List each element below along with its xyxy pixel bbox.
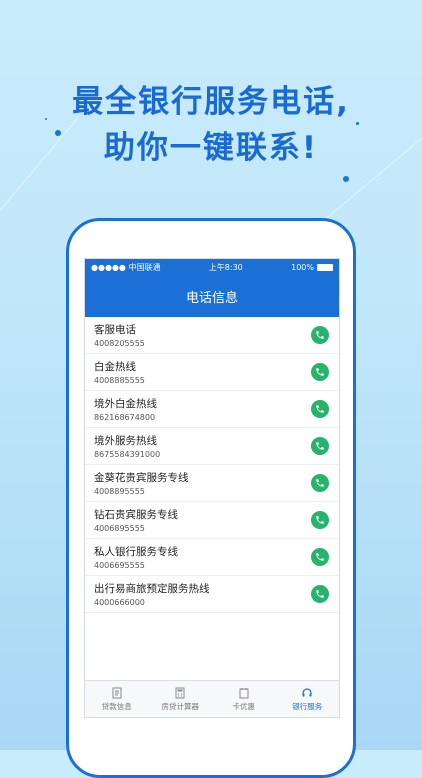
battery-label: 100% [291, 262, 314, 272]
contact-title: 钻石贵宾服务专线 [94, 509, 178, 521]
contact-number: 4008885555 [94, 376, 145, 385]
carrier-label: ●●●●● 中国联通 [91, 262, 161, 272]
phone-icon[interactable] [311, 585, 329, 603]
contact-title: 境外服务热线 [94, 435, 157, 447]
contact-title: 境外白金热线 [94, 398, 157, 410]
contact-title: 私人银行服务专线 [94, 546, 178, 558]
time-label: 上午8:30 [208, 262, 243, 272]
battery-icon [316, 263, 333, 271]
contact-number: 4006895555 [94, 524, 145, 533]
contact-number: 4000666000 [94, 598, 145, 607]
contact-title: 客服电话 [94, 324, 136, 336]
phone-icon[interactable] [311, 511, 329, 529]
contact-number: 862168674800 [94, 413, 156, 422]
card-icon [239, 687, 249, 698]
phone-icon[interactable] [311, 326, 329, 344]
contact-number: 8675584391000 [94, 450, 161, 459]
phone-icon[interactable] [311, 400, 329, 418]
contact-list: 客服电话 4008205555 白金热线 4008885555 境外白金热线 8… [85, 317, 339, 613]
contact-title: 金葵花贵宾服务专线 [94, 472, 189, 484]
headline-line-1: 最全银行服务电话, [72, 84, 350, 120]
app-screen: ●●●●● 中国联通 上午8:30 100% 电话信息 客服电话 4008205… [84, 258, 340, 718]
tab-mortgage-calculator[interactable]: 房贷计算器 [149, 681, 213, 717]
calculator-icon [175, 687, 185, 698]
list-item[interactable]: 客服电话 4008205555 [85, 317, 339, 354]
headset-icon [302, 687, 312, 696]
contact-title: 出行易商旅预定服务热线 [94, 583, 210, 595]
list-item[interactable]: 出行易商旅预定服务热线 4000666000 [85, 576, 339, 613]
document-icon [112, 687, 122, 698]
list-item[interactable]: 钻石贵宾服务专线 4006895555 [85, 502, 339, 539]
page-title: 电话信息 [185, 290, 238, 306]
tab-label: 银行服务 [292, 701, 323, 711]
list-item[interactable]: 金葵花贵宾服务专线 4008895555 [85, 465, 339, 502]
phone-icon[interactable] [311, 474, 329, 492]
headline-line-2: 助你一键联系! [103, 130, 319, 166]
list-item[interactable]: 白金热线 4008885555 [85, 354, 339, 391]
phone-icon[interactable] [311, 548, 329, 566]
contact-title: 白金热线 [94, 361, 136, 373]
list-item[interactable]: 私人银行服务专线 4006695555 [85, 539, 339, 576]
contact-number: 4008205555 [94, 339, 145, 348]
decor-dot [343, 176, 349, 182]
tab-label: 卡优惠 [232, 701, 256, 711]
nav-bar: 电话信息 [85, 275, 339, 317]
list-item[interactable]: 境外白金热线 862168674800 [85, 391, 339, 428]
list-item[interactable]: 境外服务热线 8675584391000 [85, 428, 339, 465]
status-bar: ●●●●● 中国联通 上午8:30 100% [85, 259, 339, 275]
contact-number: 4006695555 [94, 561, 145, 570]
tab-label: 贷款信息 [101, 701, 132, 711]
battery-status: 100% [291, 263, 333, 272]
tab-label: 房贷计算器 [161, 701, 200, 711]
tab-bank-service[interactable]: 银行服务 [276, 681, 340, 717]
phone-icon[interactable] [311, 363, 329, 381]
tab-bar: 贷款信息 房贷计算器 卡优惠 银行服务 [85, 680, 339, 717]
phone-icon[interactable] [311, 437, 329, 455]
tab-loan-info[interactable]: 贷款信息 [85, 681, 149, 717]
contact-number: 4008895555 [94, 487, 145, 496]
tab-card-offers[interactable]: 卡优惠 [212, 681, 276, 717]
